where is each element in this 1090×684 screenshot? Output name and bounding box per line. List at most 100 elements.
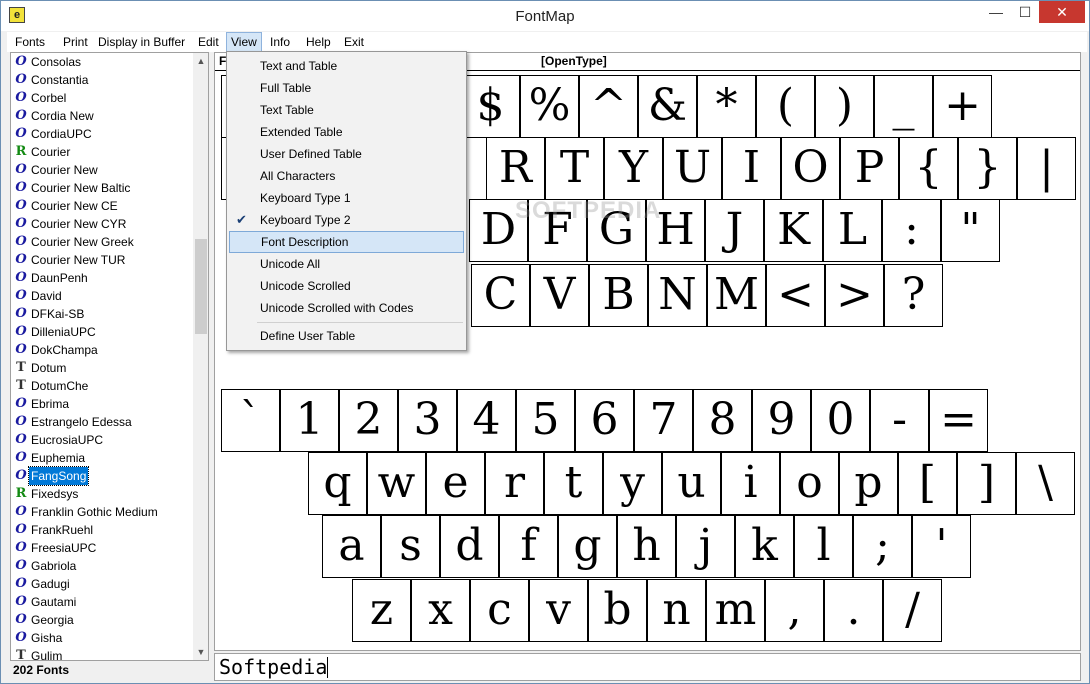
keyboard-key[interactable]: 5 — [516, 389, 575, 452]
font-list-item[interactable]: O Euphemia — [11, 449, 193, 467]
keyboard-key[interactable]: { — [899, 137, 958, 200]
keyboard-key[interactable]: ( — [756, 75, 815, 138]
keyboard-key[interactable]: Y — [604, 137, 663, 200]
font-list-item[interactable]: O FangSong — [11, 466, 193, 486]
font-list-item[interactable]: O Courier New Baltic — [11, 179, 193, 197]
keyboard-key[interactable]: n — [647, 579, 706, 642]
font-list-item[interactable]: O Courier New Greek — [11, 233, 193, 251]
menu-item-keyboard-type-2[interactable]: ✔ Keyboard Type 2 — [229, 209, 464, 231]
font-list-item[interactable]: O CordiaUPC — [11, 125, 193, 143]
keyboard-key[interactable]: m — [706, 579, 765, 642]
menu-help[interactable]: Help — [302, 32, 335, 52]
keyboard-key[interactable]: a — [322, 515, 381, 578]
scroll-down-icon[interactable]: ▼ — [193, 644, 208, 660]
keyboard-key[interactable]: K — [764, 199, 823, 262]
keyboard-key[interactable]: g — [558, 515, 617, 578]
keyboard-key[interactable]: * — [697, 75, 756, 138]
keyboard-key[interactable]: 9 — [752, 389, 811, 452]
keyboard-key[interactable]: : — [882, 199, 941, 262]
keyboard-key[interactable]: z — [352, 579, 411, 642]
font-list-item[interactable]: O Constantia — [11, 71, 193, 89]
menu-item-text-table[interactable]: Text Table — [229, 99, 464, 121]
keyboard-key[interactable]: 1 — [280, 389, 339, 452]
font-list-item[interactable]: O Estrangelo Edessa — [11, 413, 193, 431]
keyboard-key[interactable]: 8 — [693, 389, 752, 452]
keyboard-key[interactable]: o — [780, 452, 839, 515]
keyboard-key[interactable]: T — [545, 137, 604, 200]
keyboard-key[interactable]: / — [883, 579, 942, 642]
keyboard-key[interactable]: h — [617, 515, 676, 578]
keyboard-key[interactable]: $ — [461, 75, 520, 138]
menu-edit[interactable]: Edit — [194, 32, 223, 52]
title-bar[interactable]: e FontMap — ☐ ✕ — [1, 1, 1089, 31]
font-list-item[interactable]: O Courier New — [11, 161, 193, 179]
font-list-item[interactable]: O Georgia — [11, 611, 193, 629]
keyboard-key[interactable]: 4 — [457, 389, 516, 452]
keyboard-key[interactable]: s — [381, 515, 440, 578]
keyboard-key[interactable]: B — [589, 264, 648, 327]
font-list-item[interactable]: O Courier New CYR — [11, 215, 193, 233]
keyboard-key[interactable]: R — [486, 137, 545, 200]
font-list-item[interactable]: O Gisha — [11, 629, 193, 647]
font-list-item[interactable]: O Cordia New — [11, 107, 193, 125]
keyboard-key[interactable]: e — [426, 452, 485, 515]
font-list-item[interactable]: O DaunPenh — [11, 269, 193, 287]
keyboard-key[interactable]: 3 — [398, 389, 457, 452]
menu-item-unicode-scrolled[interactable]: Unicode Scrolled — [229, 275, 464, 297]
minimize-button[interactable]: — — [981, 1, 1011, 23]
menu-item-user-defined-table[interactable]: User Defined Table — [229, 143, 464, 165]
keyboard-key[interactable]: v — [529, 579, 588, 642]
keyboard-key[interactable]: } — [958, 137, 1017, 200]
keyboard-key[interactable]: M — [707, 264, 766, 327]
keyboard-key[interactable]: t — [544, 452, 603, 515]
keyboard-key[interactable]: l — [794, 515, 853, 578]
font-list-item[interactable]: O DokChampa — [11, 341, 193, 359]
keyboard-key[interactable]: x — [411, 579, 470, 642]
keyboard-key[interactable]: \ — [1016, 452, 1075, 515]
keyboard-key[interactable]: y — [603, 452, 662, 515]
keyboard-key[interactable]: - — [870, 389, 929, 452]
font-list-item[interactable]: O Consolas — [11, 53, 193, 71]
keyboard-key[interactable]: ? — [884, 264, 943, 327]
font-list-item[interactable]: T Dotum — [11, 359, 193, 377]
maximize-button[interactable]: ☐ — [1011, 1, 1039, 23]
font-list-item[interactable]: O DilleniaUPC — [11, 323, 193, 341]
keyboard-key[interactable]: > — [825, 264, 884, 327]
font-list-item[interactable]: R Fixedsys — [11, 485, 193, 503]
font-list-item[interactable]: O Ebrima — [11, 395, 193, 413]
keyboard-key[interactable]: i — [721, 452, 780, 515]
font-list-item[interactable]: O Gautami — [11, 593, 193, 611]
menu-fonts[interactable]: Fonts — [11, 32, 49, 52]
font-list-item[interactable]: T Gulim — [11, 647, 193, 660]
menu-display-in-buffer[interactable]: Display in Buffer — [94, 32, 189, 52]
font-list-item[interactable]: O FreesiaUPC — [11, 539, 193, 557]
keyboard-key[interactable]: _ — [874, 75, 933, 138]
font-list-scrollbar[interactable]: ▲ ▼ — [193, 53, 208, 660]
font-list-item[interactable]: O Corbel — [11, 89, 193, 107]
scroll-thumb[interactable] — [195, 239, 207, 334]
keyboard-key[interactable]: r — [485, 452, 544, 515]
menu-item-unicode-all[interactable]: Unicode All — [229, 253, 464, 275]
keyboard-key[interactable]: 6 — [575, 389, 634, 452]
keyboard-key[interactable]: U — [663, 137, 722, 200]
close-button[interactable]: ✕ — [1039, 1, 1085, 23]
sample-text-input[interactable]: Softpedia — [214, 653, 1081, 681]
menu-item-keyboard-type-1[interactable]: Keyboard Type 1 — [229, 187, 464, 209]
keyboard-key[interactable]: f — [499, 515, 558, 578]
keyboard-key[interactable]: N — [648, 264, 707, 327]
keyboard-key[interactable]: | — [1017, 137, 1076, 200]
keyboard-key[interactable]: J — [705, 199, 764, 262]
menu-item-font-description[interactable]: Font Description — [229, 231, 464, 253]
keyboard-key[interactable]: p — [839, 452, 898, 515]
font-list-item[interactable]: O DFKai-SB — [11, 305, 193, 323]
menu-item-full-table[interactable]: Full Table — [229, 77, 464, 99]
keyboard-key[interactable]: < — [766, 264, 825, 327]
keyboard-key[interactable]: O — [781, 137, 840, 200]
keyboard-key[interactable]: b — [588, 579, 647, 642]
menu-exit[interactable]: Exit — [340, 32, 368, 52]
menu-view[interactable]: View — [226, 32, 262, 52]
keyboard-key[interactable]: = — [929, 389, 988, 452]
font-list-item[interactable]: O David — [11, 287, 193, 305]
keyboard-key[interactable]: C — [471, 264, 530, 327]
menu-info[interactable]: Info — [266, 32, 294, 52]
